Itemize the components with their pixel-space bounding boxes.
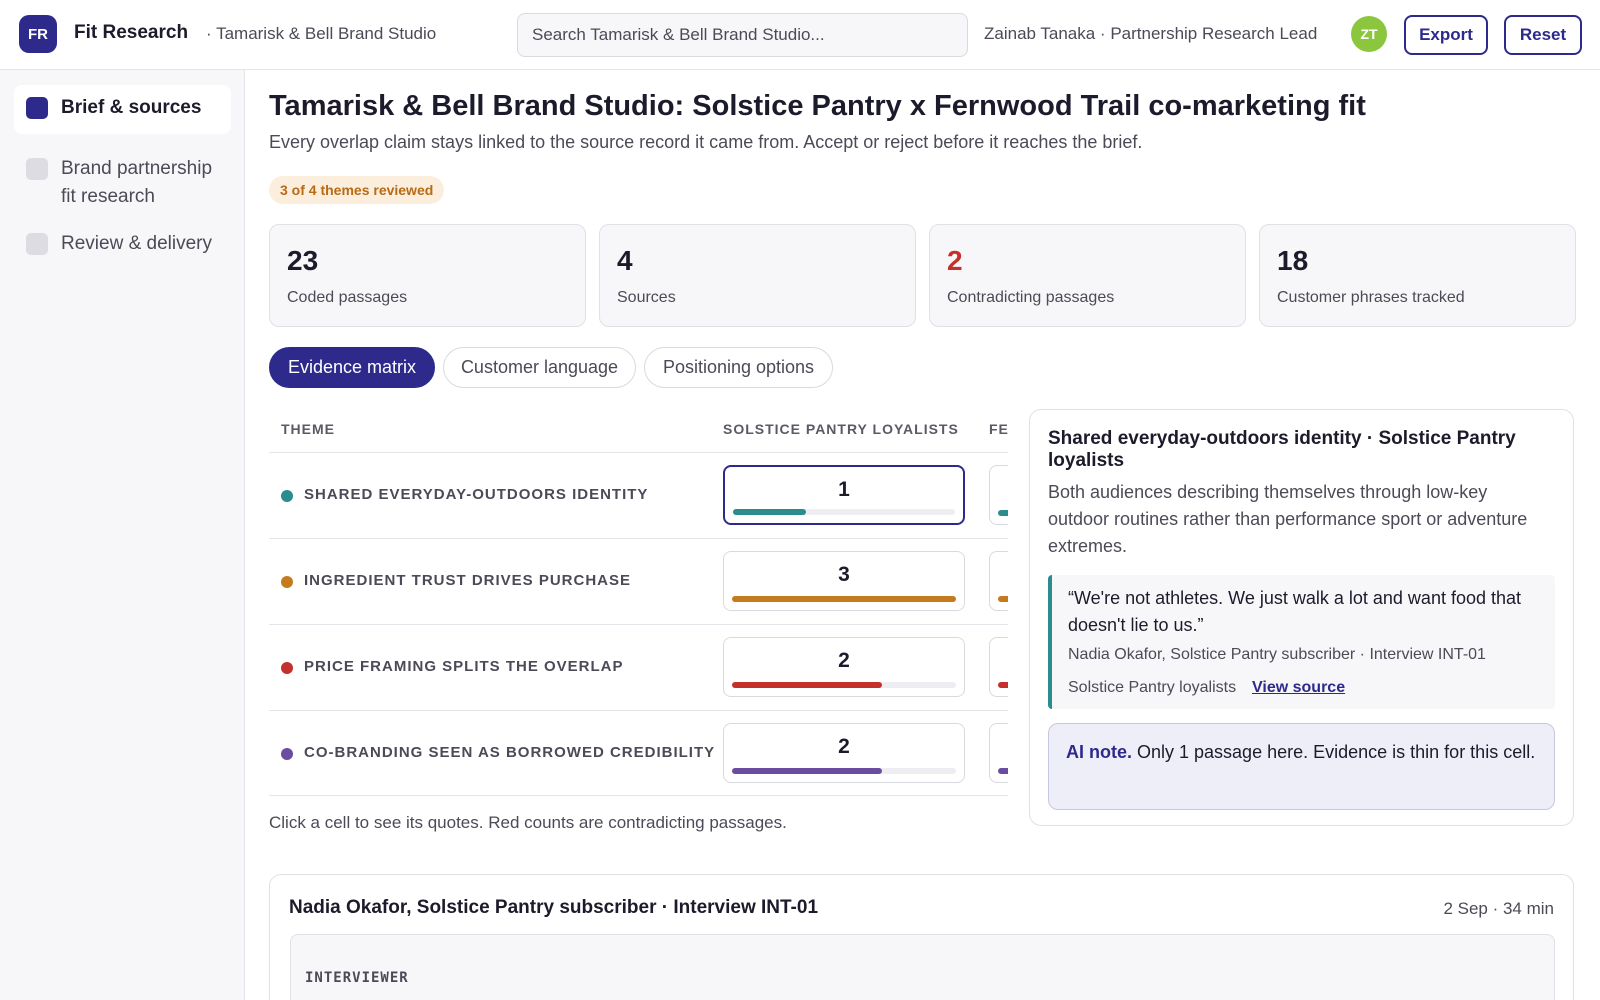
sidebar-item-brief-sources[interactable]: Brief & sources bbox=[14, 85, 231, 134]
theme-label: INGREDIENT TRUST DRIVES PURCHASE bbox=[304, 572, 632, 589]
theme-color-dot bbox=[281, 576, 293, 588]
stat-card-phrases: 18 Customer phrases tracked bbox=[1259, 224, 1576, 327]
cell-bar-track bbox=[733, 509, 955, 515]
cell-count: 2 bbox=[838, 649, 850, 672]
stat-label: Contradicting passages bbox=[947, 289, 1115, 306]
matrix-hint: Click a cell to see its quotes. Red coun… bbox=[269, 813, 787, 832]
sidebar-item-label: Review & delivery bbox=[61, 233, 212, 254]
ai-note-text: AI note. Only 1 passage here. Evidence i… bbox=[1066, 738, 1546, 766]
stat-card-contradicting: 2 Contradicting passages bbox=[929, 224, 1246, 327]
sidebar-item-review-delivery[interactable]: Review & delivery bbox=[14, 221, 231, 270]
sidebar-item-brand-partnership[interactable]: Brand partnership fit research bbox=[14, 146, 231, 223]
cell-count: 1 bbox=[838, 478, 850, 501]
matrix-cell[interactable] bbox=[989, 551, 1008, 611]
stat-label: Sources bbox=[617, 289, 676, 306]
cell-bar-track bbox=[732, 682, 956, 688]
theme-label: PRICE FRAMING SPLITS THE OVERLAP bbox=[304, 658, 624, 675]
theme-color-dot bbox=[281, 748, 293, 760]
reset-button[interactable]: Reset bbox=[1504, 15, 1582, 55]
table-row: CO-BRANDING SEEN AS BORROWED CREDIBILITY… bbox=[269, 710, 1008, 796]
ai-note-label: AI note. bbox=[1066, 742, 1132, 762]
avatar[interactable]: ZT bbox=[1351, 16, 1387, 52]
tab-positioning-options[interactable]: Positioning options bbox=[644, 347, 833, 388]
column-header-fernwood: FE bbox=[989, 421, 1008, 437]
matrix-cell[interactable]: 3 bbox=[723, 551, 965, 611]
detail-panel: Shared everyday-outdoors identity · Sols… bbox=[1029, 409, 1574, 826]
cell-bar-fill bbox=[998, 510, 1008, 516]
transcript-title: Nadia Okafor, Solstice Pantry subscriber… bbox=[289, 897, 819, 918]
sidebar-item-label: Brand partnership fit research bbox=[61, 158, 213, 207]
cell-bar-fill bbox=[998, 596, 1008, 602]
sidebar-item-label: Brief & sources bbox=[61, 97, 202, 118]
cell-bar-fill bbox=[998, 682, 1008, 688]
quote-audience: Solstice Pantry loyalists bbox=[1068, 679, 1237, 696]
step-indicator-icon bbox=[26, 233, 48, 255]
stat-value: 23 bbox=[287, 245, 319, 276]
page-subtitle: Every overlap claim stays linked to the … bbox=[269, 132, 1143, 152]
transcript-card: Nadia Okafor, Solstice Pantry subscriber… bbox=[269, 874, 1574, 1000]
stat-label: Coded passages bbox=[287, 289, 408, 306]
quote-text: “We're not athletes. We just walk a lot … bbox=[1068, 588, 1522, 635]
user-label: Zainab Tanaka · Partnership Research Lea… bbox=[984, 24, 1318, 43]
page-title: Tamarisk & Bell Brand Studio: Solstice P… bbox=[269, 90, 1366, 122]
theme-color-dot bbox=[281, 662, 293, 674]
table-row: PRICE FRAMING SPLITS THE OVERLAP 2 bbox=[269, 624, 1008, 710]
sidebar: Brief & sources Brand partnership fit re… bbox=[0, 70, 245, 1000]
theme-label: CO-BRANDING SEEN AS BORROWED CREDIBILITY bbox=[304, 744, 716, 761]
export-button[interactable]: Export bbox=[1404, 15, 1488, 55]
matrix-cell[interactable]: 1 bbox=[723, 465, 965, 525]
column-header-theme: THEME bbox=[281, 421, 335, 437]
detail-title: Shared everyday-outdoors identity · Sols… bbox=[1048, 428, 1516, 471]
ai-note: AI note. Only 1 passage here. Evidence i… bbox=[1048, 723, 1555, 810]
cell-bar-fill bbox=[733, 509, 807, 515]
cell-count: 3 bbox=[838, 563, 850, 586]
theme-color-dot bbox=[281, 490, 293, 502]
matrix-cell[interactable]: 2 bbox=[723, 723, 965, 783]
cell-bar-fill bbox=[732, 596, 956, 602]
cell-bar-fill bbox=[732, 682, 883, 688]
matrix-cell[interactable] bbox=[989, 723, 1008, 783]
transcript-body: INTERVIEWER bbox=[290, 934, 1555, 1000]
cell-bar-fill bbox=[732, 768, 883, 774]
breadcrumb[interactable]: · Tamarisk & Bell Brand Studio bbox=[206, 24, 436, 44]
cell-bar-fill bbox=[998, 768, 1008, 774]
view-source-link[interactable]: View source bbox=[1252, 679, 1345, 697]
detail-description: Both audiences describing themselves thr… bbox=[1048, 482, 1528, 556]
app-name: Fit Research bbox=[74, 22, 189, 43]
ai-note-body: Only 1 passage here. Evidence is thin fo… bbox=[1132, 742, 1536, 762]
matrix-cell[interactable] bbox=[989, 465, 1008, 525]
stat-value: 18 bbox=[1277, 245, 1309, 276]
progress-badge: 3 of 4 themes reviewed bbox=[269, 176, 445, 204]
tab-evidence-matrix[interactable]: Evidence matrix bbox=[269, 347, 435, 388]
step-indicator-icon bbox=[26, 158, 48, 180]
matrix-cell[interactable] bbox=[989, 637, 1008, 697]
speaker-label: INTERVIEWER bbox=[305, 970, 409, 986]
stat-card-coded-passages: 23 Coded passages bbox=[269, 224, 586, 327]
top-bar: FR Fit Research · Tamarisk & Bell Brand … bbox=[0, 0, 1600, 70]
tab-customer-language[interactable]: Customer language bbox=[443, 347, 636, 388]
search-input[interactable] bbox=[517, 13, 968, 57]
cell-count: 2 bbox=[838, 735, 850, 758]
cell-bar-track bbox=[732, 596, 956, 602]
step-indicator-icon bbox=[26, 97, 48, 119]
table-row: SHARED EVERYDAY-OUTDOORS IDENTITY 1 bbox=[269, 452, 1008, 538]
app-logo[interactable]: FR bbox=[19, 15, 57, 53]
stat-value: 4 bbox=[617, 245, 633, 276]
column-header-solstice: SOLSTICE PANTRY LOYALISTS bbox=[723, 421, 959, 437]
cell-bar-track bbox=[732, 768, 956, 774]
theme-label: SHARED EVERYDAY-OUTDOORS IDENTITY bbox=[304, 486, 649, 503]
stat-label: Customer phrases tracked bbox=[1277, 289, 1465, 306]
stat-card-sources: 4 Sources bbox=[599, 224, 916, 327]
matrix-cell[interactable]: 2 bbox=[723, 637, 965, 697]
stat-value: 2 bbox=[947, 245, 963, 276]
transcript-meta: 2 Sep · 34 min bbox=[1443, 899, 1554, 918]
quote-card: “We're not athletes. We just walk a lot … bbox=[1048, 575, 1555, 709]
quote-citation: Nadia Okafor, Solstice Pantry subscriber… bbox=[1068, 646, 1486, 663]
evidence-matrix: THEME SOLSTICE PANTRY LOYALISTS FE SHARE… bbox=[269, 409, 1008, 799]
table-row: INGREDIENT TRUST DRIVES PURCHASE 3 bbox=[269, 538, 1008, 624]
